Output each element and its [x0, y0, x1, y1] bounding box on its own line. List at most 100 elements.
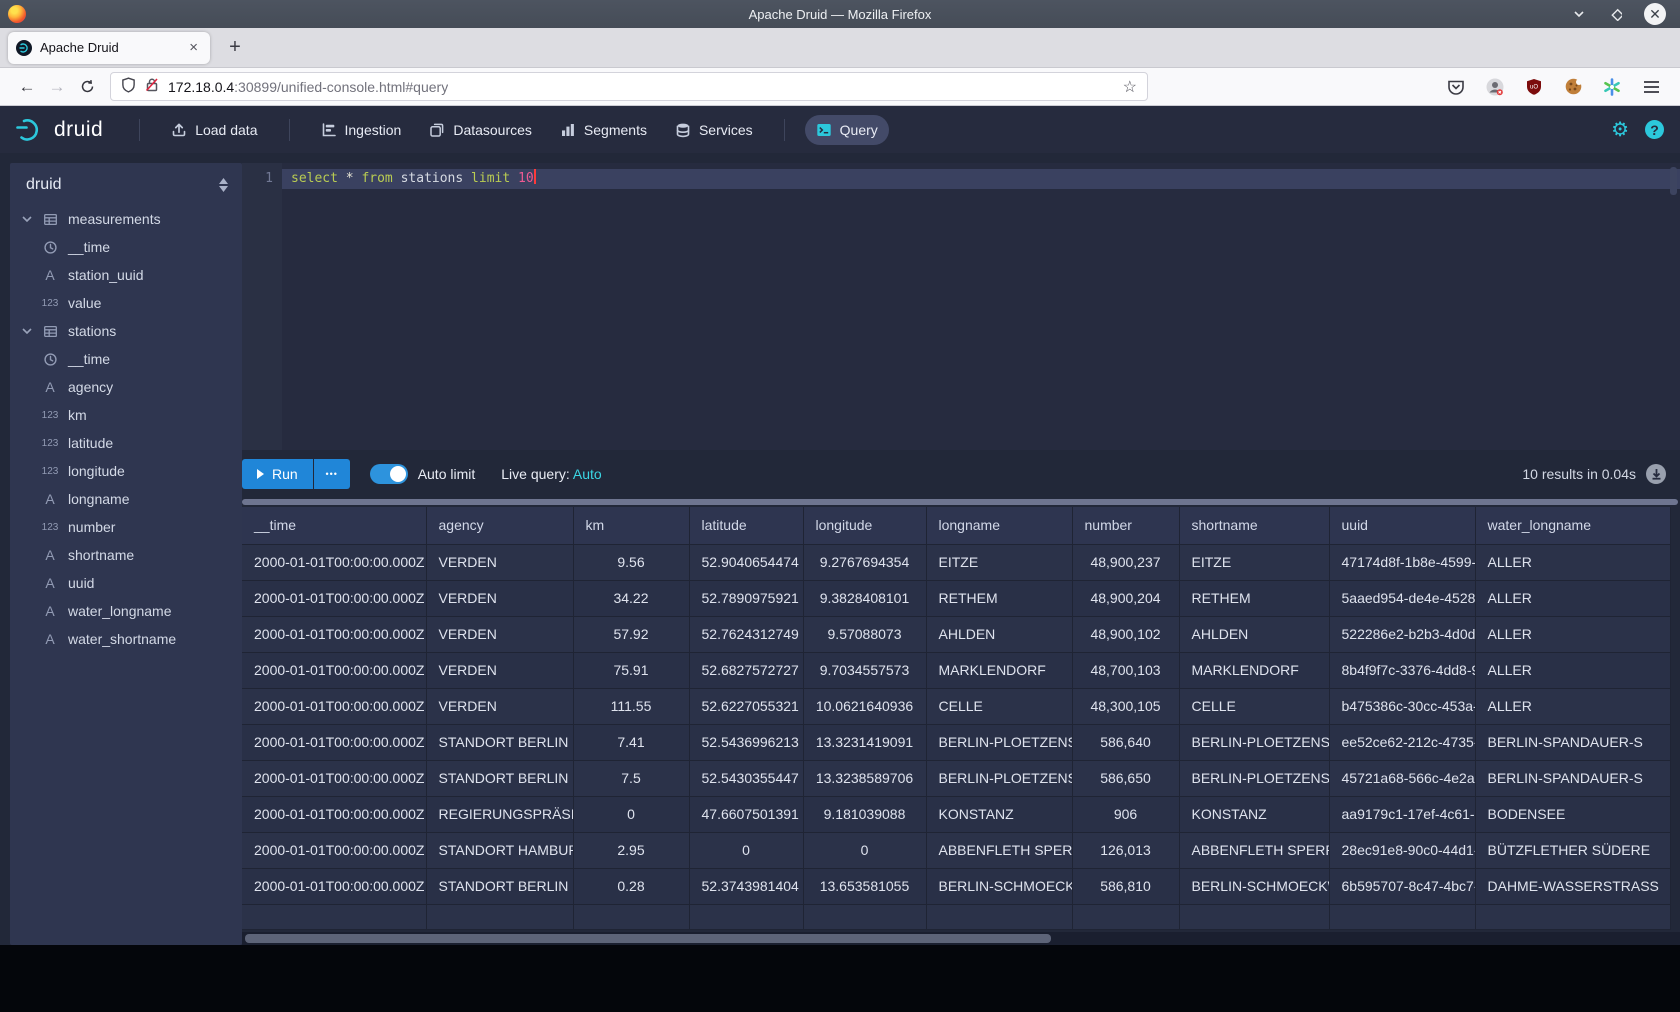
sidebar-column-water-longname[interactable]: Awater_longname — [10, 597, 242, 625]
shield-icon[interactable] — [121, 77, 136, 96]
auto-limit-toggle[interactable] — [370, 464, 408, 484]
schema-name[interactable]: druid — [26, 176, 62, 194]
column-header-uuid[interactable]: uuid — [1329, 507, 1475, 544]
table-cell: BERLIN-PLOETZENSEE U — [1179, 760, 1329, 796]
sidebar-column-uuid[interactable]: Auuid — [10, 569, 242, 597]
sidebar-table-measurements[interactable]: measurements — [10, 205, 242, 233]
close-window-icon[interactable]: ✕ — [1644, 3, 1666, 25]
table-cell: RETHEM — [1179, 580, 1329, 616]
nav-item-query[interactable]: Query — [805, 115, 889, 145]
table-cell: MARKLENDORF — [1179, 652, 1329, 688]
sidebar-column-longitude[interactable]: 123longitude — [10, 457, 242, 485]
nav-item-ingestion[interactable]: Ingestion — [310, 115, 413, 145]
table-cell: BERLIN-SPANDAUER-S — [1475, 724, 1670, 760]
bookmark-star-icon[interactable]: ☆ — [1123, 77, 1137, 97]
run-button[interactable]: Run — [242, 459, 313, 489]
table-cell: VERDEN — [426, 652, 573, 688]
forward-button[interactable]: → — [42, 72, 72, 102]
settings-gear-icon[interactable]: ⚙ — [1611, 120, 1629, 140]
table-cell: 8b4f9f7c-3376-4dd8-95c — [1329, 652, 1475, 688]
sql-token — [463, 171, 471, 186]
column-header-longitude[interactable]: longitude — [803, 507, 926, 544]
bottom-scrollbar-thumb[interactable] — [245, 934, 1051, 943]
sidebar-column-longname[interactable]: Alongname — [10, 485, 242, 513]
pocket-icon[interactable] — [1445, 76, 1467, 98]
sidebar-column-number[interactable]: 123number — [10, 513, 242, 541]
sidebar-column-value[interactable]: 123value — [10, 289, 242, 317]
extension-asterisk-icon[interactable] — [1601, 76, 1623, 98]
column-header---time[interactable]: __time — [242, 507, 426, 544]
nav-item-load-data[interactable]: Load data — [160, 115, 268, 145]
editor-scrollbar[interactable] — [1670, 167, 1677, 195]
chevron-down-icon[interactable] — [20, 328, 34, 334]
tree-item-label: shortname — [68, 547, 134, 563]
table-cell: 126,013 — [1072, 832, 1179, 868]
ublock-icon[interactable]: uO — [1523, 76, 1545, 98]
new-tab-button[interactable]: + — [220, 33, 250, 63]
minimize-icon[interactable] — [1572, 7, 1586, 21]
table-cell: 586,810 — [1072, 868, 1179, 904]
app-nav: Load data IngestionDatasourcesSegmentsSer… — [125, 115, 889, 145]
help-icon[interactable]: ? — [1645, 120, 1664, 139]
schema-panel: druid measurements__timeAstation_uuid123… — [10, 163, 242, 945]
table-cell: DAHME-WASSERSTRASS — [1475, 868, 1670, 904]
url-text: 172.18.0.4:30899/unified-console.html#qu… — [168, 79, 448, 95]
download-results-icon[interactable] — [1646, 464, 1666, 484]
cookie-icon[interactable] — [1562, 76, 1584, 98]
table-cell: 522286e2-b2b3-4d0d-9a — [1329, 616, 1475, 652]
tab-close-icon[interactable]: × — [185, 39, 202, 56]
reload-button[interactable] — [72, 72, 102, 102]
table-cell: AHLDEN — [926, 616, 1072, 652]
column-header-number[interactable]: number — [1072, 507, 1179, 544]
svg-text:uO: uO — [1530, 84, 1538, 90]
sidebar-column-agency[interactable]: Aagency — [10, 373, 242, 401]
table-cell: 48,900,204 — [1072, 580, 1179, 616]
sidebar-column-station-uuid[interactable]: Astation_uuid — [10, 261, 242, 289]
menu-icon[interactable] — [1640, 76, 1662, 98]
table-cell: 586,640 — [1072, 724, 1179, 760]
sidebar-column-shortname[interactable]: Ashortname — [10, 541, 242, 569]
lock-insecure-icon[interactable] — [145, 77, 159, 96]
schema-switch-icon[interactable] — [219, 178, 228, 192]
sidebar-column-km[interactable]: 123km — [10, 401, 242, 429]
column-header-agency[interactable]: agency — [426, 507, 573, 544]
column-header-longname[interactable]: longname — [926, 507, 1072, 544]
sidebar-column---time[interactable]: __time — [10, 233, 242, 261]
nav-item-services[interactable]: Services — [664, 115, 764, 145]
sidebar-column-latitude[interactable]: 123latitude — [10, 429, 242, 457]
table-cell: VERDEN — [426, 544, 573, 580]
table-cell: 111.55 — [573, 688, 689, 724]
query-editor[interactable]: 1 select * from stations limit 10 — [242, 163, 1680, 450]
sidebar-column---time[interactable]: __time — [10, 345, 242, 373]
tab-apache-druid[interactable]: Apache Druid × — [8, 32, 210, 64]
table-cell: RETHEM — [926, 580, 1072, 616]
top-scrollbar-thumb[interactable] — [242, 499, 1678, 505]
sidebar-table-stations[interactable]: stations — [10, 317, 242, 345]
run-more-button[interactable]: ••• — [314, 459, 350, 489]
account-icon[interactable] — [1484, 76, 1506, 98]
column-header-shortname[interactable]: shortname — [1179, 507, 1329, 544]
druid-logo[interactable]: druid — [16, 117, 103, 143]
column-header-water-longname[interactable]: water_longname — [1475, 507, 1670, 544]
back-button[interactable]: ← — [12, 72, 42, 102]
table-cell: EITZE — [1179, 544, 1329, 580]
screen: Apache Druid — Mozilla Firefox ✕ Apache … — [0, 0, 1680, 1012]
sidebar-column-water-shortname[interactable]: Awater_shortname — [10, 625, 242, 653]
url-bar[interactable]: 172.18.0.4:30899/unified-console.html#qu… — [110, 72, 1148, 101]
table-cell: 10.0621640936 — [803, 688, 926, 724]
table-cell: 57.92 — [573, 616, 689, 652]
sql-token — [338, 171, 346, 186]
chevron-down-icon[interactable] — [20, 216, 34, 222]
table-cell: 47174d8f-1b8e-4599-8a — [1329, 544, 1475, 580]
clock-icon — [40, 352, 60, 367]
live-query[interactable]: Live query: Auto — [501, 466, 601, 482]
maximize-icon[interactable] — [1608, 7, 1622, 21]
column-header-km[interactable]: km — [573, 507, 689, 544]
nav-item-datasources[interactable]: Datasources — [418, 115, 543, 145]
string-type-icon: A — [40, 267, 60, 283]
column-header-latitude[interactable]: latitude — [689, 507, 803, 544]
tab-title: Apache Druid — [40, 40, 177, 55]
sql-token: from — [361, 171, 392, 186]
nav-item-segments[interactable]: Segments — [549, 115, 658, 145]
number-type-icon: 123 — [40, 438, 60, 449]
